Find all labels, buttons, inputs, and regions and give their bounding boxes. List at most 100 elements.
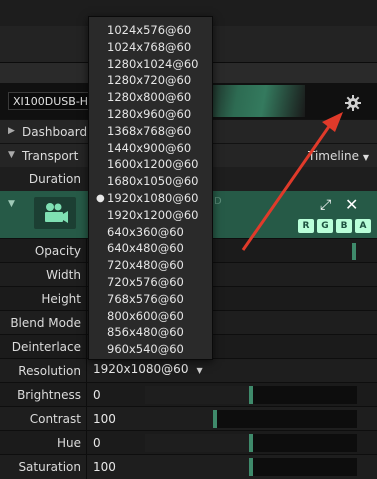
chevron-down-icon: ▼ <box>362 153 369 162</box>
resolution-option-label: 1280x960@60 <box>107 107 192 121</box>
resolution-option-label: 768x576@60 <box>107 291 184 306</box>
resolution-option-label: 960x540@60 <box>107 342 184 357</box>
triangle-right-icon: ▶ <box>8 126 15 136</box>
resolution-option-label: 720x576@60 <box>107 275 184 289</box>
property-label: Hue <box>56 436 81 450</box>
gear-icon[interactable] <box>344 94 362 112</box>
property-label: Resolution <box>18 364 81 378</box>
slider-fill <box>145 386 251 404</box>
resolution-option-label: 1368x768@60 <box>107 123 192 138</box>
resolution-option-label: 1024x768@60 <box>107 39 192 54</box>
triangle-down-icon: ▼ <box>8 150 15 160</box>
resolution-option[interactable]: 1280x1024@60 <box>89 56 212 73</box>
resolution-option[interactable]: 1280x960@60 <box>89 106 212 123</box>
brightness-slider[interactable] <box>145 386 357 404</box>
resolution-option-label: 640x360@60 <box>107 224 184 239</box>
resolution-option[interactable]: 1024x768@60 <box>89 39 212 56</box>
section-label: Dashboard <box>22 125 88 139</box>
slider-thumb[interactable] <box>249 434 253 452</box>
resolution-option[interactable]: 640x360@60 <box>89 224 212 241</box>
resolution-option-label: 1280x720@60 <box>107 73 192 88</box>
slider-fill <box>145 458 251 476</box>
opacity-slider-thumb[interactable] <box>352 243 356 260</box>
property-label: Blend Mode <box>10 316 81 330</box>
camera-icon <box>34 197 76 229</box>
hue-slider[interactable] <box>145 434 357 452</box>
property-label: Saturation <box>18 460 81 474</box>
saturation-slider[interactable] <box>145 458 357 476</box>
divider <box>86 455 87 479</box>
divider <box>86 287 87 311</box>
resolution-option[interactable]: 1280x720@60 <box>89 72 212 89</box>
property-value[interactable]: 100 <box>93 460 116 474</box>
resolution-option-label: 1920x1200@60 <box>107 207 199 222</box>
expand-icon[interactable]: ⤢ <box>320 197 331 213</box>
divider <box>86 239 87 263</box>
slider-fill <box>145 434 251 452</box>
resolution-option[interactable]: 960x540@60 <box>89 341 212 358</box>
channel-g-button[interactable]: G <box>317 219 333 233</box>
resolution-select[interactable]: 1920x1080@60 ▼ <box>93 362 203 376</box>
resolution-option[interactable]: 720x480@60 <box>89 257 212 274</box>
slider-thumb[interactable] <box>213 410 217 428</box>
resolution-option[interactable]: 1920x1200@60 <box>89 207 212 224</box>
property-value[interactable]: 0 <box>93 436 101 450</box>
resolution-option[interactable]: 800x600@60 <box>89 308 212 325</box>
divider <box>86 383 87 407</box>
divider <box>86 359 87 383</box>
divider <box>86 431 87 455</box>
resolution-option-label: 1680x1050@60 <box>107 174 199 189</box>
property-label: Contrast <box>29 412 81 426</box>
channel-a-button[interactable]: A <box>355 219 371 233</box>
section-label: Transport <box>22 149 79 163</box>
resolution-option[interactable]: 640x480@60 <box>89 240 212 257</box>
resolution-option[interactable]: 1280x800@60 <box>89 89 212 106</box>
resolution-option[interactable]: 1368x768@60 <box>89 123 212 140</box>
divider <box>86 263 87 287</box>
resolution-option-label: 856x480@60 <box>107 325 184 340</box>
resolution-option-label: 1600x1200@60 <box>107 157 199 172</box>
divider <box>86 335 87 359</box>
resolution-option[interactable]: 1024x576@60 <box>89 22 212 39</box>
resolution-option[interactable]: 1680x1050@60 <box>89 173 212 190</box>
timeline-select[interactable]: Timeline ▼ <box>308 149 369 163</box>
triangle-down-icon[interactable]: ▼ <box>8 199 15 209</box>
property-row-hue: Hue 0 <box>0 430 377 455</box>
property-label: Width <box>46 268 81 282</box>
resolution-option-label: 1920x1080@60 <box>107 191 199 205</box>
card-hidden-text: D <box>214 196 222 207</box>
resolution-dropdown[interactable]: 1024x576@60 1024x768@60 1280x1024@60 1280x7… <box>88 16 213 360</box>
divider <box>86 407 87 431</box>
slider-thumb[interactable] <box>249 386 253 404</box>
contrast-slider[interactable] <box>145 410 357 428</box>
property-label: Opacity <box>34 244 81 258</box>
property-row-resolution: Resolution 1920x1080@60 ▼ <box>0 358 377 383</box>
property-row-brightness: Brightness 0 <box>0 382 377 407</box>
channel-r-button[interactable]: R <box>298 219 314 233</box>
property-label: Height <box>41 292 81 306</box>
resolution-option-label: 640x480@60 <box>107 241 184 256</box>
property-value[interactable]: 100 <box>93 412 116 426</box>
property-value[interactable]: 0 <box>93 388 101 402</box>
channel-b-button[interactable]: B <box>336 219 352 233</box>
close-icon[interactable]: ✕ <box>345 195 358 214</box>
resolution-option[interactable]: 768x576@60 <box>89 291 212 308</box>
resolution-option-label: 1280x800@60 <box>107 90 192 105</box>
resolution-option-label: 720x480@60 <box>107 258 184 273</box>
preview-thumbnail <box>200 85 305 117</box>
property-row-contrast: Contrast 100 <box>0 406 377 431</box>
resolution-option[interactable]: 720x576@60 <box>89 274 212 291</box>
property-label: Brightness <box>17 388 81 402</box>
resolution-option[interactable]: ● 1920x1080@60 <box>89 190 212 207</box>
resolution-option[interactable]: 1440x900@60 <box>89 140 212 157</box>
slider-fill <box>145 410 215 428</box>
divider <box>86 311 87 335</box>
resolution-option[interactable]: 856x480@60 <box>89 324 212 341</box>
slider-thumb[interactable] <box>249 458 253 476</box>
duration-label: Duration <box>28 172 81 186</box>
resolution-option-label: 800x600@60 <box>107 308 184 323</box>
resolution-option-label: 1280x1024@60 <box>107 56 199 71</box>
resolution-option[interactable]: 1600x1200@60 <box>89 156 212 173</box>
property-label: Deinterlace <box>11 340 81 354</box>
chevron-down-icon: ▼ <box>196 366 203 375</box>
